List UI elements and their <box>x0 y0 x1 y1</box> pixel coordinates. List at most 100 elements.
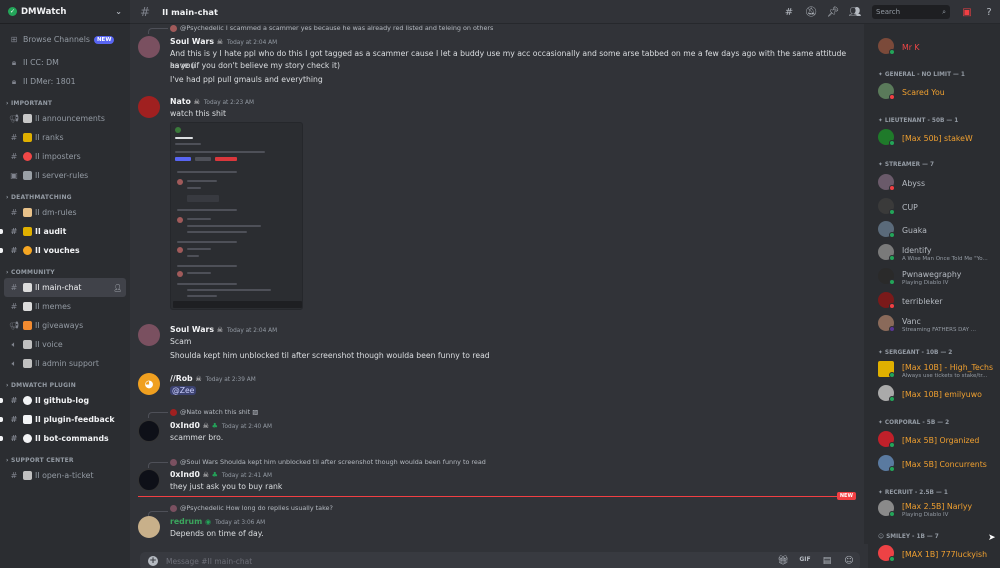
message-author[interactable]: 0xInd0 ☠ ♣ Today at 2:40 AM <box>170 421 272 430</box>
channel-server-rules[interactable]: ▣ II server-rules <box>0 166 130 185</box>
image-attachment[interactable] <box>170 122 303 310</box>
server-header[interactable]: ✓ DMWatch ⌄ <box>0 0 130 24</box>
member-status: Streaming FATHERS DAY ... <box>902 327 977 333</box>
add-member-icon[interactable]: 👤︎ <box>113 284 122 292</box>
reply-connector <box>148 462 168 468</box>
channel-label: II audit <box>35 227 67 236</box>
channel-imposters[interactable]: # II imposters <box>0 147 130 166</box>
member-item[interactable]: Identify A Wise Man Once Told Me "Yo... <box>878 244 1000 266</box>
message-composer[interactable]: + Message #II main-chat 🎁︎ GIF ▤ ☺ <box>140 552 860 568</box>
channel-dm-rules[interactable]: # II dm-rules <box>0 203 130 222</box>
category-community[interactable]: › COMMUNITY <box>0 260 130 278</box>
new-badge: NEW <box>836 492 856 500</box>
avatar[interactable] <box>138 96 160 118</box>
channel-giveaways[interactable]: 📢︎ II giveaways <box>0 316 130 335</box>
search-input[interactable]: Search ⌕ <box>872 5 950 19</box>
channel-open-a-ticket[interactable]: # II open-a-ticket <box>0 466 130 485</box>
member-name: Mr K <box>902 43 920 52</box>
upload-plus-icon[interactable]: + <box>148 556 158 566</box>
sticker-icon[interactable]: ▤ <box>816 556 838 566</box>
channel-memes[interactable]: # II memes <box>0 297 130 316</box>
channel-cc-dm[interactable]: 🔒︎ II CC: DM <box>0 53 130 72</box>
message-text: scammer bro. <box>170 433 224 442</box>
avatar[interactable] <box>138 36 160 58</box>
member-item[interactable]: [MAX 1B] 777luckyish <box>878 545 1000 567</box>
mute-notifications-icon[interactable]: 🔕︎ <box>800 7 822 18</box>
channel-main-chat[interactable]: # II main-chat 👤︎ <box>4 278 126 297</box>
browse-channels[interactable]: ⊞ Browse Channels NEW <box>0 30 130 49</box>
chevron-down-icon[interactable]: ⌄ <box>115 7 122 16</box>
channel-voice[interactable]: 🔈︎ II voice <box>0 335 130 354</box>
role-title: SMILEY - 1B — 7 <box>886 534 939 540</box>
message-author[interactable]: Soul Wars ☠ Today at 2:04 AM <box>170 325 277 334</box>
member-item[interactable]: Mr K <box>878 38 1000 60</box>
mouse-cursor-icon: ➤ <box>988 533 996 543</box>
channel-vouches[interactable]: # II vouches <box>0 241 130 260</box>
speech-icon <box>23 283 32 292</box>
channel-ranks[interactable]: # II ranks <box>0 128 130 147</box>
image-detail <box>187 187 201 189</box>
member-item[interactable]: Guaka <box>878 221 1000 243</box>
pin-icon[interactable]: 📌︎ <box>822 7 844 18</box>
role-title: LIEUTENANT - 50B — 1 <box>884 118 959 124</box>
member-item[interactable]: [Max 10B] - High_Techs Always use ticket… <box>878 361 1000 383</box>
gif-icon[interactable]: GIF <box>794 556 816 566</box>
channel-announcements[interactable]: 📢︎ II announcements <box>0 109 130 128</box>
channel-audit[interactable]: # II audit <box>0 222 130 241</box>
member-item[interactable]: [Max 5B] Organized <box>878 431 1000 453</box>
image-detail <box>177 209 237 211</box>
timestamp: Today at 2:04 AM <box>226 40 278 46</box>
username: redrum <box>170 517 203 526</box>
lock-icon: 🔒︎ <box>11 76 17 86</box>
reply-preview[interactable]: @Nato watch this shit ▨ <box>170 408 258 416</box>
member-item[interactable]: CUP <box>878 198 1000 220</box>
message-text: I've had ppl pull gmauls and everything <box>170 74 850 86</box>
image-icon: ▨ <box>252 408 259 416</box>
user-mention[interactable]: @Zee <box>170 386 197 395</box>
member-item[interactable]: Pwnawegraphy Playing Diablo IV <box>878 268 1000 290</box>
member-item[interactable]: [Max 2.5B] Narlyy Playing Diablo IV <box>878 500 1000 522</box>
reply-preview[interactable]: @Psychedelic How long do replies usually… <box>170 504 333 512</box>
channel-bot-commands[interactable]: # II bot-commands <box>0 429 130 448</box>
channel-label: II bot-commands <box>35 434 109 443</box>
member-item[interactable]: [Max 10B] emilyuwo <box>878 385 1000 407</box>
discord-default-avatar[interactable]: ◕ <box>138 373 160 395</box>
help-icon[interactable]: ? <box>978 7 1000 18</box>
reply-preview[interactable]: @Psychedelic I scammed a scammer yes bec… <box>170 24 493 32</box>
message-author[interactable]: Nato ☠ Today at 2:23 AM <box>170 97 254 106</box>
category-deathmatching[interactable]: › DEATHMATCHING <box>0 185 130 203</box>
avatar[interactable] <box>138 324 160 346</box>
category-dmwatch-plugin[interactable]: › DMWATCH PLUGIN <box>0 373 130 391</box>
inbox-icon[interactable]: ▣ <box>956 7 978 18</box>
member-item[interactable]: Scared You <box>878 83 1000 105</box>
emoji-icon <box>23 227 32 236</box>
message-author[interactable]: //Rob ☠ Today at 2:39 AM <box>170 374 256 383</box>
threads-icon[interactable]: # <box>778 7 800 18</box>
message-line: have (if you don't believe my story chec… <box>170 61 340 70</box>
member-item[interactable]: Vanc Streaming FATHERS DAY ... <box>878 315 1000 337</box>
channel-github-log[interactable]: # II github-log <box>0 391 130 410</box>
member-item[interactable]: [Max 5B] Concurrents <box>878 455 1000 477</box>
member-item[interactable]: Abyss <box>878 174 1000 196</box>
emoji-icon[interactable]: ☺ <box>838 556 860 566</box>
gift-icon[interactable]: 🎁︎ <box>772 556 794 566</box>
message-author[interactable]: Soul Wars ☠ Today at 2:04 AM <box>170 37 277 46</box>
message-author[interactable]: 0xInd0 ☠ ♣ Today at 2:41 AM <box>170 470 272 479</box>
message-author[interactable]: redrum ◉ Today at 3:06 AM <box>170 517 265 526</box>
channel-admin-support[interactable]: 🔈︎ II admin support <box>0 354 130 373</box>
avatar[interactable] <box>138 420 160 442</box>
member-list-icon[interactable]: 👥︎ <box>844 7 866 18</box>
avatar[interactable] <box>138 516 160 538</box>
member-item[interactable]: [Max 50b] stakeW <box>878 129 1000 151</box>
channel-plugin-feedback[interactable]: # II plugin-feedback <box>0 410 130 429</box>
member-item[interactable]: terribleker <box>878 292 1000 314</box>
avatar <box>177 179 183 185</box>
channel-header: # II main-chat # 🔕︎ 📌︎ 👥︎ Search ⌕ ▣ ? <box>130 0 1000 24</box>
header-toolbar: # 🔕︎ 📌︎ 👥︎ Search ⌕ ▣ ? <box>778 0 1000 24</box>
channel-dmer[interactable]: 🔒︎ II DMer: 1801 <box>0 72 130 91</box>
category-important[interactable]: › IMPORTANT <box>0 91 130 109</box>
avatar[interactable] <box>138 469 160 491</box>
reply-preview[interactable]: @Soul Wars Shoulda kept him unblocked ti… <box>170 458 486 466</box>
category-support-center[interactable]: › SUPPORT CENTER <box>0 448 130 466</box>
speaker-icon: 🔈︎ <box>11 339 17 349</box>
